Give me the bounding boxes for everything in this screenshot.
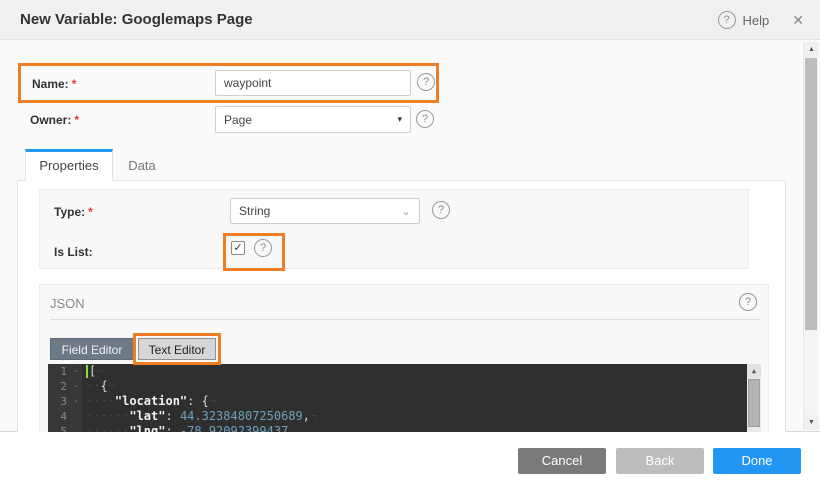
- required-asterisk: *: [74, 113, 79, 127]
- owner-label: Owner:*: [30, 113, 79, 127]
- new-variable-dialog: New Variable: Googlemaps Page ? Help ✕ N…: [0, 0, 820, 490]
- back-button[interactable]: Back: [616, 448, 704, 474]
- scroll-up-icon[interactable]: ▲: [804, 42, 819, 57]
- help-icon[interactable]: ?: [718, 11, 736, 29]
- json-code-editor[interactable]: 1-[¬2-··{¬3-····"location": {¬4······"la…: [48, 364, 761, 434]
- editor-cursor: [86, 365, 88, 378]
- name-row-highlight: Name:* ?: [18, 63, 439, 103]
- required-asterisk: *: [72, 77, 77, 91]
- editor-scrollbar-thumb[interactable]: [748, 379, 760, 427]
- dialog-content: Name:* ? Owner:* Page ▾ ? Properties Dat…: [0, 40, 820, 432]
- json-section-title: JSON: [50, 296, 85, 311]
- owner-select[interactable]: Page ▾: [215, 106, 411, 133]
- is-list-highlight: [223, 233, 285, 271]
- text-editor-highlight: [133, 333, 221, 365]
- code-line: 3-····"location": {¬: [48, 394, 761, 409]
- done-button[interactable]: Done: [713, 448, 801, 474]
- code-line: 1-[¬: [48, 364, 761, 379]
- properties-tab-panel: Type:* String ⌄ ? Is List: ✓ ? JSON ? Fi…: [17, 180, 786, 432]
- dialog-header: New Variable: Googlemaps Page ? Help ✕: [0, 0, 820, 40]
- type-label: Type:*: [54, 205, 93, 219]
- code-line: 2-··{¬: [48, 379, 761, 394]
- name-label: Name:*: [32, 77, 76, 91]
- code-line: 4······"lat": 44.32384807250689,¬: [48, 409, 761, 424]
- dropdown-arrow-icon: ▾: [397, 114, 402, 125]
- type-help-icon[interactable]: ?: [432, 201, 450, 219]
- name-input[interactable]: [215, 70, 411, 96]
- dialog-scrollbar-thumb[interactable]: [805, 58, 817, 330]
- scroll-up-icon[interactable]: ▲: [747, 364, 761, 378]
- owner-help-icon[interactable]: ?: [416, 110, 434, 128]
- field-editor-button[interactable]: Field Editor: [50, 338, 134, 360]
- is-list-label: Is List:: [54, 245, 93, 259]
- owner-selected-value: Page: [224, 113, 252, 127]
- json-divider: [50, 319, 760, 320]
- chevron-down-icon: ⌄: [401, 204, 411, 218]
- close-icon[interactable]: ✕: [788, 12, 808, 29]
- dialog-footer: Cancel Back Done: [0, 432, 820, 490]
- help-link[interactable]: Help: [743, 13, 770, 28]
- tab-data[interactable]: Data: [113, 152, 171, 180]
- cancel-button[interactable]: Cancel: [518, 448, 606, 474]
- editor-lines: 1-[¬2-··{¬3-····"location": {¬4······"la…: [48, 364, 761, 434]
- json-section-panel: JSON ? Field Editor Text Editor 1-[¬2-··…: [39, 284, 769, 433]
- json-help-icon[interactable]: ?: [739, 293, 757, 311]
- type-group-panel: Type:* String ⌄ ? Is List: ✓ ?: [39, 189, 749, 269]
- dialog-title: New Variable: Googlemaps Page: [20, 0, 253, 40]
- tab-properties[interactable]: Properties: [25, 149, 113, 181]
- name-help-icon[interactable]: ?: [417, 73, 435, 91]
- dialog-scrollbar[interactable]: ▲ ▼: [803, 42, 818, 430]
- required-asterisk: *: [88, 205, 93, 219]
- type-selected-value: String: [239, 204, 270, 218]
- type-select[interactable]: String ⌄: [230, 198, 420, 224]
- scroll-down-icon[interactable]: ▼: [804, 415, 819, 430]
- editor-scrollbar[interactable]: ▲: [747, 364, 761, 434]
